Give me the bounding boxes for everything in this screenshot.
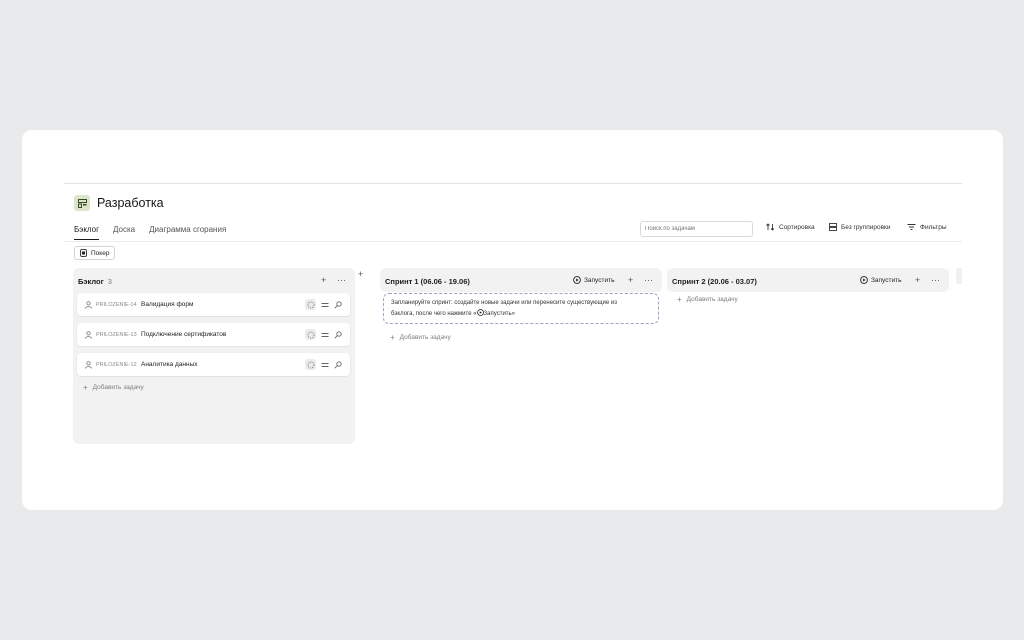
sort-label: Сортировка — [779, 223, 815, 231]
tab-burndown[interactable]: Диаграмма сгорания — [149, 225, 226, 240]
sprint-2-title: Спринт 2 (20.06 - 03.07) — [672, 277, 757, 286]
project-header: Разработка — [74, 195, 164, 211]
backlog-header: Бэклог 3 — [78, 277, 112, 286]
backlog-title: Бэклог — [78, 277, 104, 286]
project-title: Разработка — [97, 196, 164, 210]
start-label: Запустить — [871, 276, 902, 284]
user-icon — [85, 300, 92, 309]
magnifier-icon[interactable] — [334, 360, 342, 369]
board-icon — [74, 195, 90, 211]
poker-button[interactable]: Покер — [74, 246, 116, 260]
add-task-label: Добавить задачу — [686, 296, 738, 303]
issue-title[interactable]: Подключение сертификатов — [141, 331, 300, 338]
search-input[interactable] — [640, 221, 753, 237]
plus-icon: + — [83, 383, 88, 392]
toolbar-overflow-icon[interactable]: · — [959, 223, 961, 229]
add-task-label: Добавить задачу — [399, 334, 451, 341]
issue-title[interactable]: Аналитика данных — [141, 361, 300, 368]
next-column-edge — [956, 268, 962, 284]
grouping-label: Без группировки — [841, 223, 891, 231]
issue-card[interactable]: PRILOZENIE-12 Аналитика данных — [77, 353, 350, 376]
issue-card[interactable]: PRILOZENIE-13 Подключение сертификатов — [77, 323, 350, 346]
backlog-count: 3 — [107, 277, 112, 286]
filters-button[interactable]: Фильтры — [907, 223, 947, 231]
plus-icon: + — [390, 333, 395, 342]
filter-icon — [907, 224, 916, 230]
dashed-circle-icon[interactable] — [305, 329, 316, 340]
magnifier-icon[interactable] — [334, 330, 342, 339]
tab-backlog[interactable]: Бэклог — [74, 225, 100, 240]
sprint-1-header: Спринт 1 (06.06 - 19.06) Запустить + ··· — [380, 268, 662, 292]
start-label: Запустить — [584, 276, 615, 284]
poker-icon — [80, 249, 87, 257]
sort-icon — [766, 223, 775, 231]
backlog-add-task-button[interactable]: + Добавить задачу — [83, 383, 144, 392]
add-task-label: Добавить задачу — [92, 384, 144, 391]
hint-line-2-prefix: бэклога, после чего нажмите « — [391, 310, 477, 317]
top-divider — [64, 183, 962, 184]
sprint-1-start-button[interactable]: Запустить — [573, 276, 614, 284]
play-circle-icon — [573, 276, 581, 284]
hint-line-1: Запланируйте спринт: создайте новые зада… — [391, 300, 617, 306]
issue-title[interactable]: Валидация форм — [141, 301, 300, 308]
backlog-add-icon[interactable]: + — [321, 275, 326, 285]
equals-icon[interactable] — [321, 362, 329, 368]
grouping-icon — [829, 223, 837, 231]
issue-key[interactable]: PRILOZENIE-12 — [96, 362, 141, 368]
user-icon — [85, 330, 92, 339]
sprint-1-add-task-button[interactable]: + Добавить задачу — [390, 333, 451, 342]
filters-label: Фильтры — [920, 223, 947, 231]
dashed-circle-icon[interactable] — [305, 359, 316, 370]
dashed-circle-icon[interactable] — [305, 299, 316, 310]
hint-start-link[interactable]: Запустить — [484, 311, 512, 317]
add-sprint-icon[interactable]: + — [358, 269, 363, 279]
plus-icon: + — [677, 295, 682, 304]
equals-icon[interactable] — [321, 332, 329, 338]
issue-key[interactable]: PRILOZENIE-13 — [96, 332, 141, 338]
poker-label: Покер — [91, 249, 110, 257]
backlog-column: Бэклог 3 + ··· PRILOZENIE-14 Валидация фо… — [73, 268, 355, 444]
issue-actions — [300, 359, 342, 370]
sprint-1-empty-hint: Запланируйте спринт: создайте новые зада… — [383, 293, 659, 324]
view-tabs: Бэклог Доска Диаграмма сгорания — [74, 225, 240, 240]
app-card: Разработка Бэклог Доска Диаграмма сгоран… — [22, 130, 1003, 510]
play-circle-icon — [476, 308, 484, 316]
sprint-1-more-icon[interactable]: ··· — [644, 275, 653, 285]
sprint-2-add-icon[interactable]: + — [915, 275, 920, 285]
user-icon — [85, 360, 92, 369]
hint-line-2-suffix: » — [511, 310, 516, 317]
magnifier-icon[interactable] — [334, 300, 342, 309]
issue-actions — [300, 329, 342, 340]
grouping-button[interactable]: Без группировки — [829, 223, 891, 231]
sprint-2-header: Спринт 2 (20.06 - 03.07) Запустить + ··· — [667, 268, 949, 292]
sprint-1-add-icon[interactable]: + — [628, 275, 633, 285]
issue-key[interactable]: PRILOZENIE-14 — [96, 302, 141, 308]
tabs-divider — [64, 241, 962, 242]
equals-icon[interactable] — [321, 302, 329, 308]
sort-button[interactable]: Сортировка — [766, 223, 815, 231]
tab-board[interactable]: Доска — [113, 225, 135, 240]
sprint-1-title: Спринт 1 (06.06 - 19.06) — [385, 277, 470, 286]
backlog-more-icon[interactable]: ··· — [337, 275, 346, 285]
play-circle-icon — [860, 276, 868, 284]
sprint-2-add-task-button[interactable]: + Добавить задачу — [677, 295, 738, 304]
hint-line-2: бэклога, после чего нажмите « Запустить» — [391, 308, 651, 320]
issue-card[interactable]: PRILOZENIE-14 Валидация форм — [77, 293, 350, 316]
sprint-2-more-icon[interactable]: ··· — [931, 275, 940, 285]
sprint-2-start-button[interactable]: Запустить — [860, 276, 901, 284]
issue-actions — [300, 299, 342, 310]
